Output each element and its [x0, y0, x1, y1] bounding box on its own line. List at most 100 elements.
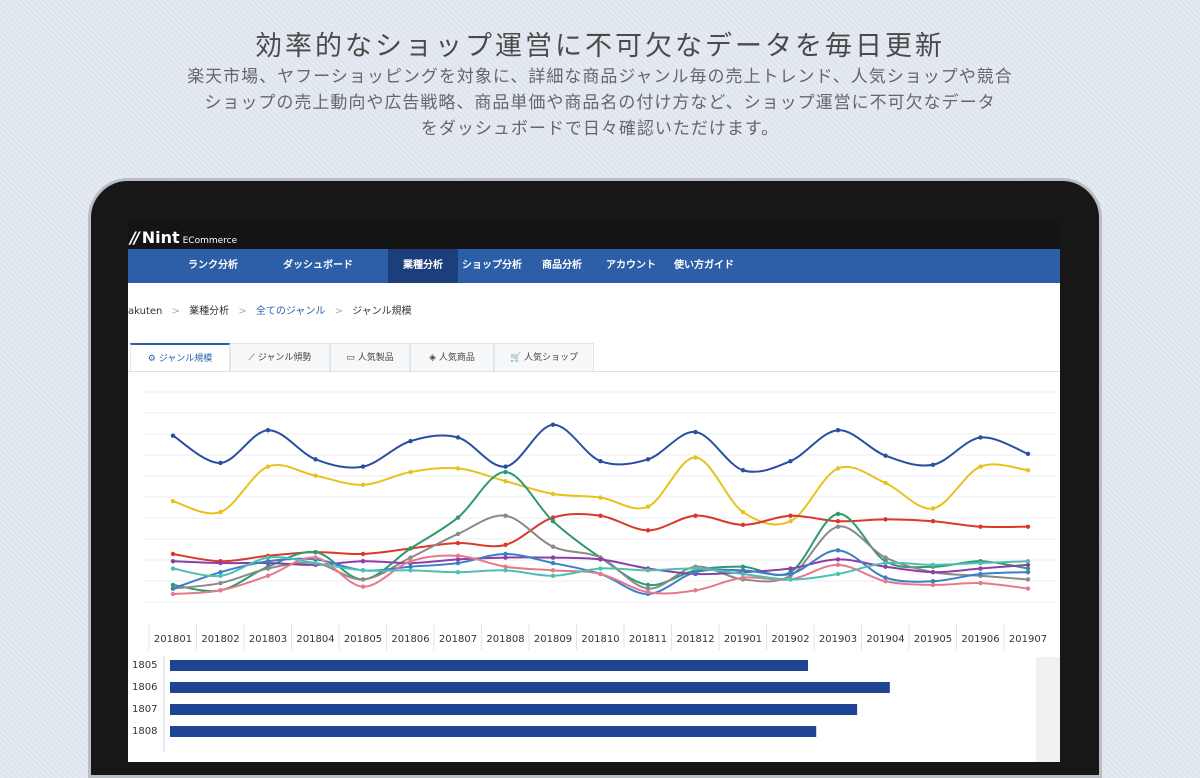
series-point	[313, 457, 318, 462]
series-point	[313, 555, 318, 560]
nav-item-product[interactable]: 商品分析	[532, 249, 592, 283]
series-point	[1025, 468, 1031, 473]
series-point	[835, 524, 841, 529]
nav-item-dashboard[interactable]: ダッシュボード	[268, 249, 368, 283]
bar-category-label: 1806	[132, 682, 157, 693]
series-point	[455, 569, 461, 575]
series-point	[218, 509, 223, 515]
bar	[170, 660, 809, 671]
tab-label: ジャンル傾勢	[257, 353, 312, 363]
bar	[170, 726, 817, 737]
series-point	[455, 435, 461, 440]
series-point	[1025, 524, 1031, 529]
box-icon: ▭	[346, 353, 355, 363]
logo-subtext: ECommerce	[182, 236, 238, 246]
top-bar: //Nint ECommerce	[128, 222, 1060, 249]
bar	[170, 682, 890, 693]
breadcrumb-item[interactable]: 業種分析	[189, 306, 229, 317]
series-point	[1025, 451, 1031, 457]
series-point	[455, 560, 461, 566]
tab-popular-items[interactable]: ◈ 人気商品	[410, 343, 494, 371]
series-point	[598, 513, 603, 518]
series-point	[835, 548, 841, 553]
series-point	[883, 560, 888, 566]
series-point	[883, 555, 888, 560]
series-point	[740, 509, 746, 515]
nav-item-guide[interactable]: 使い方ガイド	[668, 249, 740, 283]
main-nav: ランク分析 ダッシュボード 業種分析 ショップ分析 商品分析 アカウント 使い方…	[128, 249, 1060, 283]
x-tick-label: 201808	[486, 634, 524, 645]
tab-genre-trend[interactable]: ⟋ ジャンル傾勢	[230, 343, 330, 371]
nav-item-account[interactable]: アカウント	[598, 249, 664, 283]
series-point	[645, 504, 651, 509]
breadcrumb-item[interactable]: 全てのジャンル	[256, 306, 326, 317]
series-point	[360, 568, 366, 573]
series-point	[930, 582, 936, 588]
series-line	[172, 423, 1029, 473]
breadcrumb-item[interactable]: akuten	[128, 306, 162, 317]
tab-popular-products[interactable]: ▭ 人気製品	[330, 343, 410, 371]
series-point	[265, 464, 271, 469]
series-point	[265, 573, 271, 578]
logo-mark-icon: //	[130, 228, 140, 247]
series-point	[170, 591, 176, 597]
series-point	[788, 458, 793, 464]
nav-item-shop[interactable]: ショップ分析	[459, 249, 525, 283]
series-point	[455, 515, 461, 520]
series-point	[978, 435, 983, 440]
x-tick-label: 201903	[819, 634, 857, 645]
series-point	[835, 557, 841, 562]
series-point	[835, 466, 841, 471]
series-point	[550, 568, 556, 573]
x-tick-label: 201907	[1009, 634, 1047, 645]
series-point	[788, 571, 793, 577]
series-point	[170, 559, 176, 564]
tab-genre-scale[interactable]: ⚙ ジャンル規模	[130, 343, 230, 371]
series-point	[645, 568, 651, 573]
breadcrumb-separator-icon: >	[334, 306, 343, 317]
nav-item-industry[interactable]: 業種分析	[388, 249, 458, 283]
tab-label: 人気製品	[357, 353, 394, 363]
series-point	[645, 457, 651, 462]
series-point	[883, 480, 888, 486]
x-tick-label: 201809	[534, 634, 572, 645]
series-point	[503, 568, 508, 573]
series-point	[740, 522, 746, 528]
nav-item-rank[interactable]: ランク分析	[168, 249, 258, 283]
x-tick-label: 201810	[581, 634, 619, 645]
series-point	[978, 566, 983, 571]
x-tick-label: 201802	[201, 634, 239, 645]
app-logo[interactable]: //Nint ECommerce	[130, 228, 237, 247]
series-point	[455, 553, 461, 558]
x-tick-label: 201904	[866, 634, 904, 645]
gear-icon: ⚙	[147, 354, 156, 364]
tab-bar: ⚙ ジャンル規模 ⟋ ジャンル傾勢 ▭ 人気製品 ◈ 人気商品 🛒 人気ショップ	[128, 343, 1060, 372]
series-point	[835, 428, 841, 433]
hero-title: 効率的なショップ運営に不可欠なデータを毎日更新	[255, 31, 945, 62]
app-screen: //Nint ECommerce ランク分析 ダッシュボード 業種分析 ショップ分…	[128, 222, 1060, 762]
series-point	[503, 464, 508, 469]
series-point	[455, 466, 461, 471]
series-point	[550, 519, 556, 524]
breadcrumb-separator-icon: >	[238, 306, 247, 317]
series-point	[170, 433, 176, 438]
series-point	[930, 562, 936, 568]
series-point	[978, 571, 983, 577]
series-point	[1025, 586, 1031, 591]
series-point	[218, 580, 223, 586]
x-tick-label: 201806	[391, 634, 429, 645]
series-point	[170, 566, 176, 571]
series-point	[360, 584, 366, 589]
series-point	[693, 588, 698, 593]
series-point	[693, 429, 698, 435]
series-point	[788, 519, 793, 524]
x-tick-label: 201906	[961, 634, 999, 645]
series-point	[740, 571, 746, 577]
x-tick-label: 201812	[676, 634, 714, 645]
series-point	[503, 513, 508, 518]
tab-popular-shops[interactable]: 🛒 人気ショップ	[494, 343, 594, 371]
series-point	[170, 586, 176, 591]
series-point	[170, 498, 176, 504]
series-point	[218, 460, 223, 466]
series-point	[360, 559, 366, 564]
